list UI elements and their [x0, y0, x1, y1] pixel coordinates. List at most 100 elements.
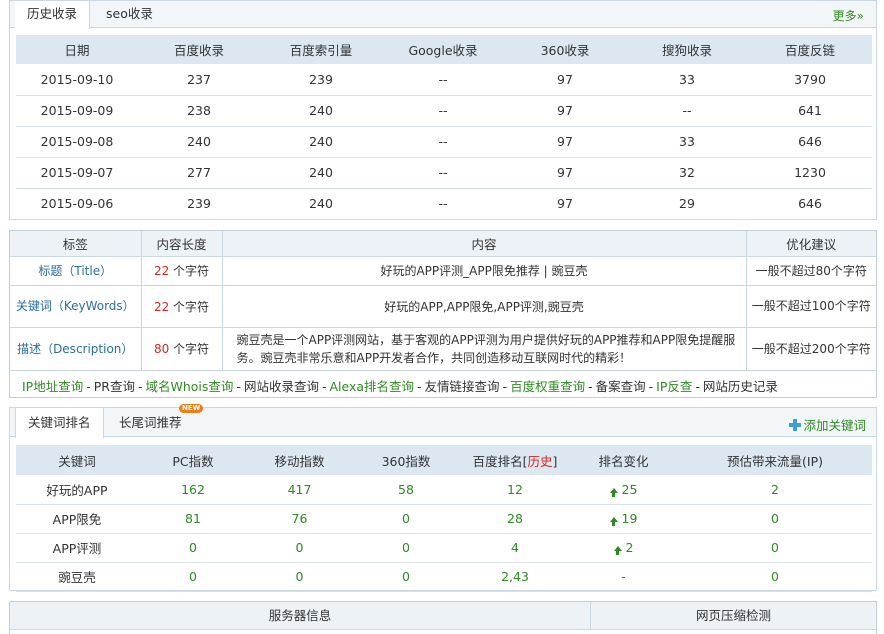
tool-link[interactable]: 友情链接查询 — [425, 379, 500, 394]
keyword-cell-s360: 0 — [351, 533, 461, 563]
history-header-row: 日期 百度收录 百度索引量 Google收录 360收录 搜狗收录 百度反链 — [16, 35, 872, 64]
history-cell: -- — [382, 64, 504, 96]
tool-link[interactable]: 网站收录查询 — [244, 379, 319, 394]
keyword-cell-change: 2 — [569, 533, 678, 563]
history-cell: -- — [382, 95, 504, 127]
keyword-cell-kw: 好玩的APP — [16, 475, 138, 505]
history-cell: 239 — [138, 188, 260, 220]
keyword-cell-rank: 4 — [461, 533, 569, 563]
separator: - — [648, 379, 654, 394]
keyword-cell-rank: 28 — [461, 504, 569, 534]
col-content: 内容 — [222, 231, 747, 257]
tab-history-index[interactable]: 历史收录 — [15, 1, 91, 29]
col-length: 内容长度 — [141, 231, 223, 257]
table-row: 2015-09-10 237 239 -- 97 33 3790 — [16, 64, 872, 96]
table-row: APP评测 0 0 0 4 2 0 — [16, 533, 872, 563]
meta-row-description: 描述（Description） 80 个字符 豌豆壳是一个APP评测网站，基于客… — [10, 327, 876, 371]
tool-link[interactable]: PR查询 — [94, 379, 135, 394]
separator: - — [502, 379, 508, 394]
meta-label: 标题（Title） — [10, 256, 142, 286]
server-panel: 服务器信息 网页压缩检测 — [9, 601, 877, 634]
history-cell: 240 — [260, 188, 382, 220]
rank-change-value: 19 — [621, 511, 638, 526]
keyword-cell-change: 19 — [569, 504, 678, 534]
history-cell: 2015-09-09 — [16, 95, 138, 127]
history-cell: 29 — [626, 188, 748, 220]
table-row: APP限免 81 76 0 28 19 0 — [16, 504, 872, 534]
keyword-cell-traffic: 0 — [678, 562, 872, 592]
history-cell: 239 — [260, 64, 382, 96]
keyword-cell-pc: 0 — [138, 533, 248, 563]
tab-seo-index[interactable]: seo收录 — [94, 1, 165, 28]
keyword-cell-kw: APP评测 — [16, 533, 138, 563]
table-row: 2015-09-07 277 240 -- 97 32 1230 — [16, 157, 872, 189]
keyword-cell-traffic: 0 — [678, 533, 872, 563]
keyword-cell-rank: 2,43 — [461, 562, 569, 592]
keyword-cell-mobile: 0 — [248, 533, 351, 563]
arrow-up-icon — [613, 546, 622, 555]
keyword-tabbar: 关键词排名 长尾词推荐 NEW 添加关键词 — [10, 404, 876, 438]
tab-keyword-rank[interactable]: 关键词排名 — [15, 408, 104, 438]
table-row: 2015-09-06 239 240 -- 97 29 646 — [16, 188, 872, 220]
meta-suggest: 一般不超过100个字符 — [746, 285, 876, 328]
meta-content: 好玩的APP,APP限免,APP评测,豌豆壳 — [222, 285, 747, 328]
tool-link[interactable]: IP反查 — [656, 379, 692, 394]
separator: - — [321, 379, 327, 394]
tool-links-bar: IP地址查询 - PR查询 - 域名Whois查询 - 网站收录查询 - Alexa排名查询 - 友… — [22, 376, 778, 395]
tool-link[interactable]: 备案查询 — [596, 379, 646, 394]
history-cell: -- — [626, 95, 748, 127]
history-col-header: 百度收录 — [138, 35, 260, 64]
col-mobile-index: 移动指数 — [248, 445, 351, 475]
meta-suggest: 一般不超过200个字符 — [746, 327, 876, 371]
meta-panel: 标签 内容长度 内容 优化建议 标题（Title） 22 个字符 好玩的APP评… — [9, 230, 877, 398]
history-col-header: 搜狗收录 — [626, 35, 748, 64]
keyword-cell-change: 25 — [569, 475, 678, 505]
history-cell: 33 — [626, 64, 748, 96]
meta-suggest: 一般不超过80个字符 — [746, 256, 876, 286]
keyword-cell-kw: 豌豆壳 — [16, 562, 138, 592]
tool-link[interactable]: Alexa排名查询 — [329, 379, 414, 394]
meta-content: 豌豆壳是一个APP评测网站，基于客观的APP评测为用户提供好玩的APP推荐和AP… — [222, 327, 747, 371]
history-col-header: 360收录 — [504, 35, 626, 64]
keyword-cell-rank: 12 — [461, 475, 569, 505]
meta-table: 标签 内容长度 内容 优化建议 标题（Title） 22 个字符 好玩的APP评… — [10, 231, 876, 371]
tool-link[interactable]: 网站历史记录 — [703, 379, 778, 394]
col-pc-index: PC指数 — [138, 445, 248, 475]
new-badge: NEW — [179, 404, 204, 413]
history-panel: 历史收录 seo收录 更多» 日期 百度收录 百度索引量 Google收录 360收录搜… — [9, 0, 877, 220]
add-keyword-button[interactable]: 添加关键词 — [789, 415, 866, 434]
history-cell: 2015-09-10 — [16, 64, 138, 96]
keyword-table: 关键词 PC指数 移动指数 360指数 百度排名[历史] 排名变化 预估带来流量… — [16, 445, 872, 592]
table-row: 2015-09-09 238 240 -- 97 -- 641 — [16, 95, 872, 127]
col-keyword: 关键词 — [16, 445, 138, 475]
meta-row-keywords: 关键词（KeyWords） 22 个字符 好玩的APP,APP限免,APP评测,… — [10, 285, 876, 328]
history-cell: 641 — [748, 95, 872, 127]
tool-link[interactable]: 百度权重查询 — [510, 379, 585, 394]
tool-link[interactable]: 域名Whois查询 — [146, 379, 234, 394]
history-cell: 97 — [504, 95, 626, 127]
meta-content: 好玩的APP评测_APP限免推荐 | 豌豆壳 — [222, 256, 747, 286]
history-cell: 240 — [260, 126, 382, 158]
history-link[interactable]: 历史 — [528, 454, 553, 469]
keyword-cell-s360: 58 — [351, 475, 461, 505]
plus-icon — [789, 419, 802, 431]
meta-header-row: 标签 内容长度 内容 优化建议 — [10, 231, 876, 257]
keyword-cell-s360: 0 — [351, 562, 461, 592]
keyword-cell-pc: 0 — [138, 562, 248, 592]
more-link[interactable]: 更多» — [833, 7, 864, 24]
col-traffic: 预估带来流量(IP) — [678, 445, 872, 475]
keyword-cell-traffic: 2 — [678, 475, 872, 505]
history-cell: 240 — [260, 157, 382, 189]
tool-link[interactable]: IP地址查询 — [22, 379, 83, 394]
table-row: 豌豆壳 0 0 0 2,43-0 — [16, 562, 872, 592]
history-cell: 2015-09-07 — [16, 157, 138, 189]
separator: - — [588, 379, 593, 394]
history-cell: 33 — [626, 126, 748, 158]
separator: - — [417, 379, 422, 394]
history-cell: -- — [382, 126, 504, 158]
col-baidu-rank: 百度排名[历史] — [461, 445, 569, 475]
keyword-cell-pc: 81 — [138, 504, 248, 534]
server-info-header: 服务器信息 — [10, 602, 591, 630]
history-cell: 238 — [138, 95, 260, 127]
meta-length: 22 个字符 — [141, 285, 223, 328]
